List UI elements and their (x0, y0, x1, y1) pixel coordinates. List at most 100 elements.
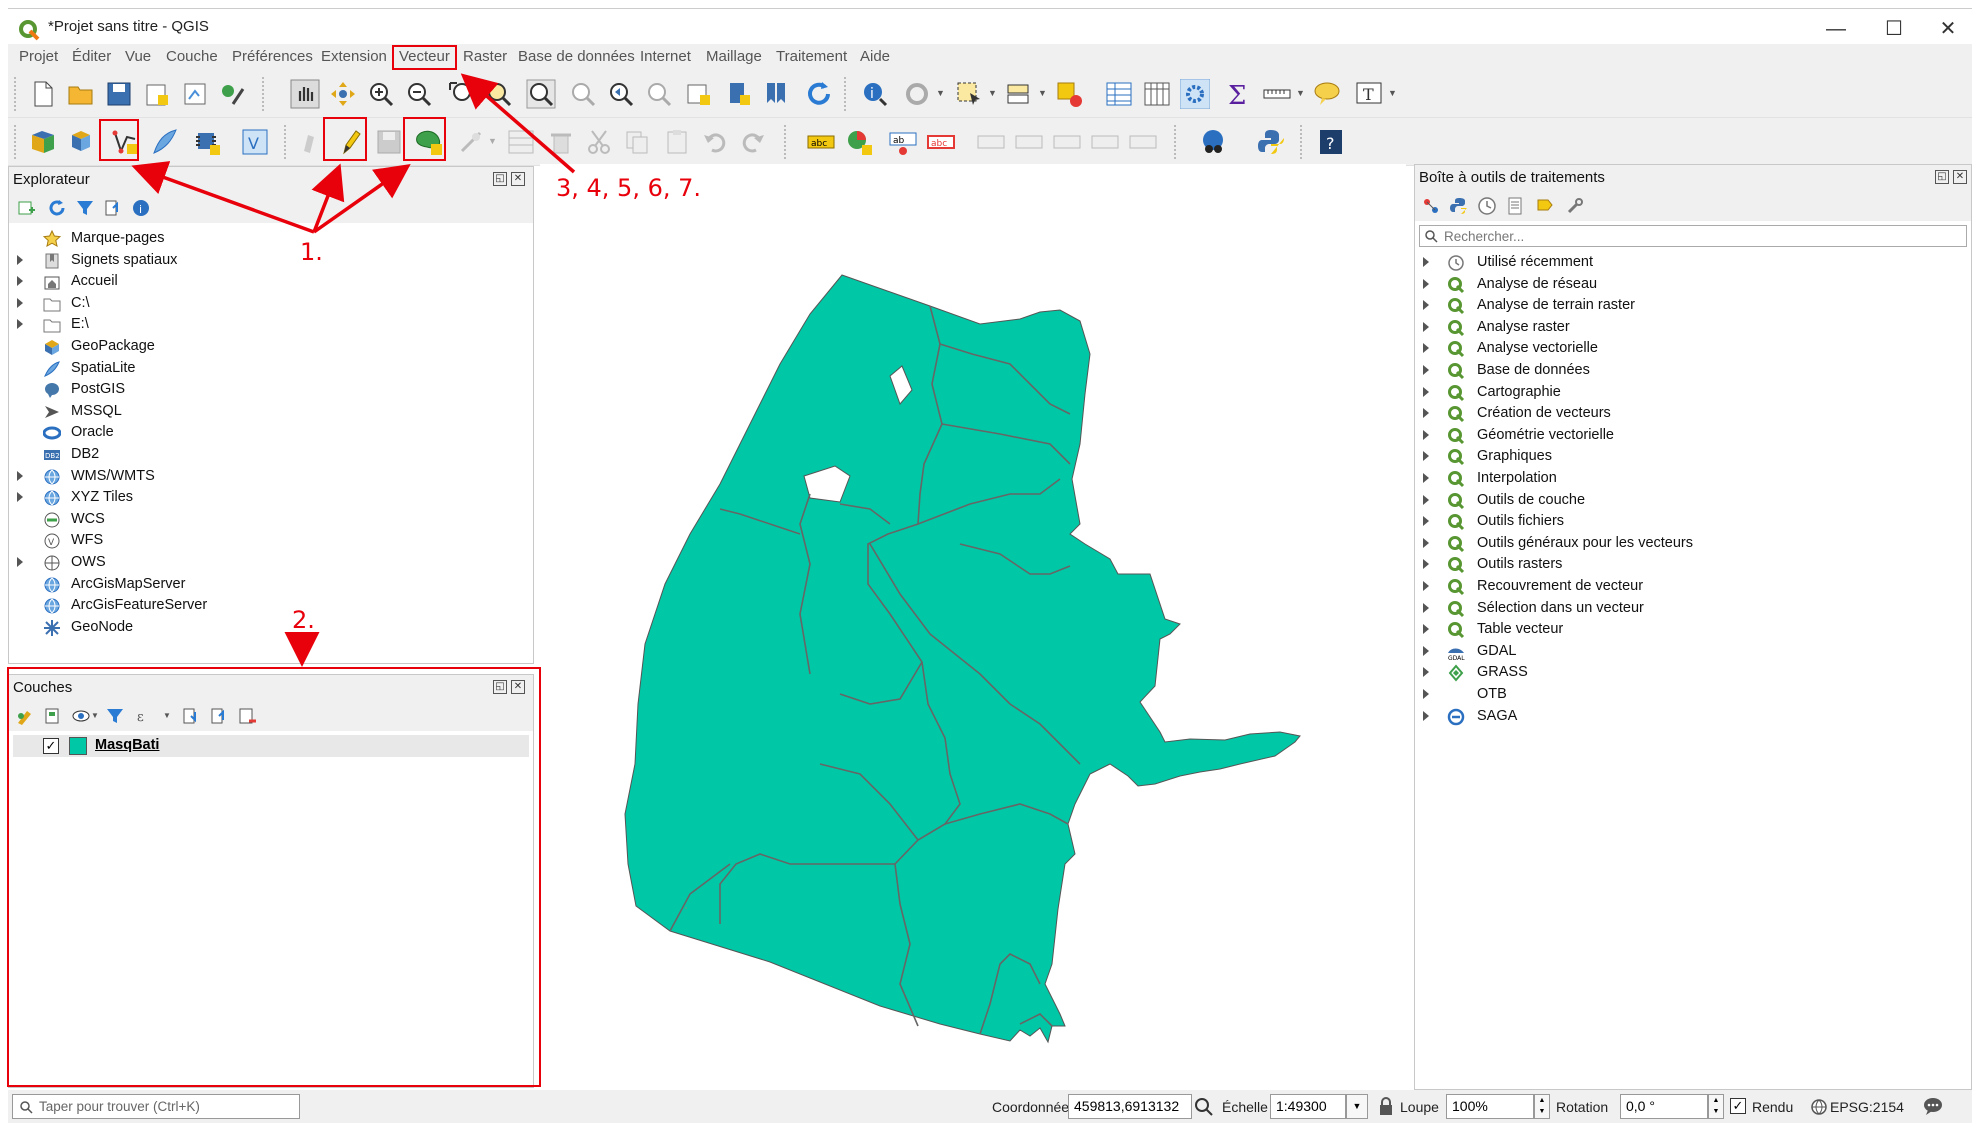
identify-features-icon[interactable]: i (860, 79, 890, 109)
expand-arrow-icon[interactable] (1423, 386, 1429, 397)
pin-labels-icon[interactable] (976, 127, 1006, 157)
processing-item[interactable]: SAGA (1423, 707, 1923, 728)
processing-search-box[interactable]: Rechercher... (1419, 225, 1967, 247)
feature-action-dropdown-icon[interactable]: ▼ (936, 88, 945, 98)
zoom-to-selection-icon[interactable] (484, 79, 514, 109)
new-print-layout-icon[interactable] (142, 79, 172, 109)
browser-item[interactable]: Oracle (17, 423, 517, 444)
expand-arrow-icon[interactable] (1423, 624, 1429, 635)
processing-item[interactable]: OTB (1423, 685, 1923, 706)
new-geopackage-layer-icon[interactable] (66, 127, 96, 157)
expand-arrow-icon[interactable] (1423, 516, 1429, 527)
expand-arrow-icon[interactable] (1423, 257, 1429, 267)
expand-arrow-icon[interactable] (1423, 559, 1429, 570)
zoom-to-layer-icon[interactable] (526, 79, 556, 109)
browser-item[interactable]: WCS (17, 510, 517, 531)
browser-item[interactable]: MSSQL (17, 402, 517, 423)
statistical-summary-icon[interactable]: Σ (1222, 79, 1252, 109)
history-icon[interactable] (1477, 196, 1497, 216)
save-layer-edits-icon[interactable] (374, 127, 404, 157)
browser-item[interactable]: DB2 DB2 (17, 445, 517, 466)
float-panel-icon[interactable]: ◱ (493, 172, 507, 186)
lock-scale-icon[interactable] (1378, 1097, 1394, 1117)
open-project-icon[interactable] (66, 79, 96, 109)
new-bookmark-icon[interactable] (724, 79, 754, 109)
refresh-icon[interactable] (804, 79, 834, 109)
edit-features-in-place-icon[interactable] (1535, 196, 1555, 216)
processing-item[interactable]: Analyse raster (1423, 318, 1923, 339)
crs-button[interactable]: EPSG:2154 (1830, 1099, 1904, 1115)
add-selected-layers-icon[interactable] (17, 198, 37, 218)
run-feature-action-icon[interactable] (902, 79, 932, 109)
expand-arrow-icon[interactable] (1423, 321, 1429, 332)
new-virtual-layer-icon[interactable]: V (240, 127, 270, 157)
expand-arrow-icon[interactable] (1423, 429, 1429, 440)
browser-item[interactable]: XYZ Tiles (17, 488, 517, 509)
close-panel-icon[interactable]: ✕ (1953, 170, 1967, 184)
expand-arrow-icon[interactable] (1423, 645, 1429, 656)
menu-preferences[interactable]: Préférences (232, 48, 313, 65)
expand-arrow-icon[interactable] (1423, 473, 1429, 483)
results-viewer-icon[interactable] (1505, 196, 1525, 216)
zoom-full-icon[interactable] (446, 79, 476, 109)
pan-map-icon[interactable] (290, 79, 320, 109)
expand-arrow-icon[interactable] (1423, 365, 1429, 375)
expand-arrow-icon[interactable] (1423, 689, 1429, 699)
browser-item[interactable]: ArcGisFeatureServer (17, 596, 517, 617)
menu-internet[interactable]: Internet (640, 48, 691, 65)
locator-search-box[interactable]: Taper pour trouver (Ctrl+K) (12, 1094, 300, 1119)
processing-item[interactable]: Outils de couche (1423, 491, 1923, 512)
rotation-spinner-icon[interactable]: ▲ ▼ (1708, 1094, 1724, 1119)
scale-dropdown-icon[interactable]: ▼ (1346, 1094, 1368, 1119)
measure-line-icon[interactable] (1262, 79, 1292, 109)
masqbati-polygon[interactable] (624, 274, 1301, 1044)
menu-traitement[interactable]: Traitement (776, 48, 847, 65)
filter-browser-icon[interactable] (75, 198, 95, 218)
menu-raster[interactable]: Raster (463, 48, 507, 65)
browser-item[interactable]: ArcGisMapServer (17, 575, 517, 596)
browser-item[interactable]: SpatiaLite (17, 359, 517, 380)
processing-toolbox-icon[interactable] (1180, 79, 1210, 109)
expand-arrow-icon[interactable] (1423, 667, 1429, 678)
toggle-extents-icon[interactable] (1194, 1097, 1214, 1117)
help-contents-icon[interactable]: ? (1316, 127, 1346, 157)
expand-arrow-icon[interactable] (17, 276, 23, 287)
expand-arrow-icon[interactable] (1423, 602, 1429, 613)
style-manager-icon[interactable] (218, 79, 248, 109)
expand-arrow-icon[interactable] (1423, 408, 1429, 419)
select-dropdown-icon[interactable]: ▼ (988, 88, 997, 98)
rotate-label-icon[interactable] (1090, 127, 1120, 157)
new-temporary-layer-icon[interactable] (192, 127, 222, 157)
processing-item[interactable]: Table vecteur (1423, 620, 1923, 641)
data-source-manager-icon[interactable] (28, 127, 58, 157)
expand-arrow-icon[interactable] (1423, 581, 1429, 591)
browser-item[interactable]: OWS (17, 553, 517, 574)
coordinate-field[interactable]: 459813,6913132 (1068, 1094, 1192, 1119)
highlight-pinned-labels-icon[interactable]: ab (888, 127, 918, 157)
browser-item[interactable]: PostGIS (17, 380, 517, 401)
toolbar-grip[interactable] (14, 125, 16, 159)
browser-item[interactable]: GeoNode (17, 618, 517, 639)
processing-item[interactable]: Outils rasters (1423, 555, 1923, 576)
processing-item[interactable]: Cartographie (1423, 383, 1923, 404)
expand-arrow-icon[interactable] (17, 319, 23, 330)
zoom-out-icon[interactable] (404, 79, 434, 109)
current-edits-icon[interactable] (296, 127, 326, 157)
undo-icon[interactable] (700, 127, 730, 157)
select-expression-dropdown-icon[interactable]: ▼ (1038, 88, 1047, 98)
change-label-icon[interactable] (1128, 127, 1158, 157)
cut-features-icon[interactable] (584, 127, 614, 157)
expand-arrow-icon[interactable] (1423, 537, 1429, 548)
processing-item[interactable]: GDAL GDAL (1423, 642, 1923, 663)
pan-to-selection-icon[interactable] (328, 79, 358, 109)
browser-item[interactable]: Signets spatiaux (17, 251, 517, 272)
field-calculator-icon[interactable] (1142, 79, 1172, 109)
browser-item[interactable]: Accueil (17, 272, 517, 293)
deselect-all-icon[interactable] (1054, 79, 1084, 109)
menu-couche[interactable]: Couche (166, 48, 218, 65)
refresh-browser-icon[interactable] (47, 198, 67, 218)
python-console-icon[interactable] (1256, 127, 1286, 157)
vertex-tool-icon[interactable] (456, 127, 486, 157)
expand-arrow-icon[interactable] (17, 297, 23, 308)
processing-item[interactable]: Création de vecteurs (1423, 404, 1923, 425)
